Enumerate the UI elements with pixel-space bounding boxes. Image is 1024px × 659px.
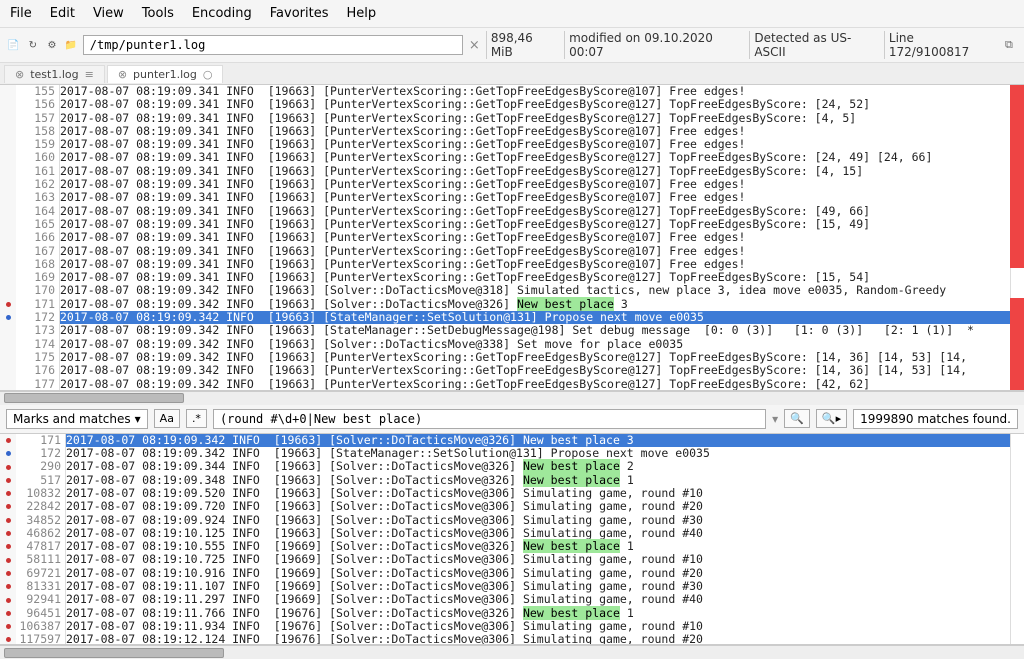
gutter-line-numbers: 1551561571581591601611621631641651661671… [16, 85, 60, 390]
search-mode-dropdown[interactable]: Marks and matches ▾ [6, 409, 148, 429]
code-area[interactable]: 2017-08-07 08:19:09.341 INFO [19663] [Pu… [60, 85, 1010, 390]
search-options-button[interactable]: 🔍▸ [816, 409, 847, 428]
editor: 1551561571581591601611621631641651661671… [0, 85, 1024, 659]
gutter-marks [0, 85, 16, 390]
file-path-input[interactable] [83, 35, 463, 55]
search-matches-count: 1999890 matches found. [853, 409, 1018, 429]
tab-test1[interactable]: ⊗ test1.log ≡ [4, 65, 105, 83]
chevron-down-icon: ▾ [135, 412, 141, 426]
menu-view[interactable]: View [93, 6, 124, 21]
menu-file[interactable]: File [10, 6, 32, 21]
gutter-line-numbers: 1711722905171083222842348524686247817581… [16, 434, 66, 644]
search-mode-label: Marks and matches [13, 412, 131, 426]
menu-help[interactable]: Help [347, 6, 377, 21]
folder-icon[interactable]: 📁 [64, 37, 79, 53]
clear-path-icon[interactable]: × [467, 38, 482, 53]
close-icon[interactable]: ⊗ [15, 68, 24, 81]
pin-icon[interactable]: ≡ [85, 68, 94, 81]
scroll-strip[interactable] [1010, 434, 1024, 644]
menu-encoding[interactable]: Encoding [192, 6, 252, 21]
scroll-strip[interactable] [1010, 85, 1024, 390]
search-input[interactable] [213, 409, 766, 429]
status-size: 898,46 MiB [486, 31, 558, 59]
code-area[interactable]: 2017-08-07 08:19:09.342 INFO [19663] [So… [66, 434, 1010, 644]
menu-tools[interactable]: Tools [142, 6, 174, 21]
menu-favorites[interactable]: Favorites [270, 6, 329, 21]
tab-label: test1.log [30, 68, 78, 81]
regex-button[interactable]: .* [186, 409, 207, 428]
gutter-marks [0, 434, 16, 644]
statusbar: 898,46 MiB modified on 09.10.2020 00:07 … [486, 31, 1018, 59]
menu-edit[interactable]: Edit [50, 6, 75, 21]
bottom-pane: 1711722905171083222842348524686247817581… [0, 434, 1024, 645]
horizontal-scrollbar[interactable] [0, 645, 1024, 659]
tab-label: punter1.log [133, 68, 197, 81]
pin-icon[interactable]: ○ [203, 68, 213, 81]
search-button[interactable]: 🔍 [784, 409, 810, 428]
settings-icon[interactable]: ⚙ [44, 37, 59, 53]
search-bar: Marks and matches ▾ Aa .* ▾ 🔍 🔍▸ 1999890… [0, 405, 1024, 434]
popout-icon[interactable]: ⧉ [1005, 38, 1018, 52]
top-pane: 1551561571581591601611621631641651661671… [0, 85, 1024, 391]
status-modified: modified on 09.10.2020 00:07 [564, 31, 743, 59]
toolbar: 📄 ↻ ⚙ 📁 × 898,46 MiB modified on 09.10.2… [0, 28, 1024, 63]
refresh-icon[interactable]: ↻ [25, 37, 40, 53]
close-icon[interactable]: ⊗ [118, 68, 127, 81]
status-position: Line 172/9100817 [884, 31, 995, 59]
status-encoding: Detected as US-ASCII [749, 31, 878, 59]
chevron-down-icon[interactable]: ▾ [772, 412, 778, 426]
new-file-icon[interactable]: 📄 [6, 37, 21, 53]
case-sensitive-button[interactable]: Aa [154, 409, 180, 428]
horizontal-scrollbar[interactable] [0, 391, 1024, 405]
tab-punter1[interactable]: ⊗ punter1.log ○ [107, 65, 224, 83]
menubar: File Edit View Tools Encoding Favorites … [0, 0, 1024, 28]
tab-bar: ⊗ test1.log ≡ ⊗ punter1.log ○ [0, 63, 1024, 85]
